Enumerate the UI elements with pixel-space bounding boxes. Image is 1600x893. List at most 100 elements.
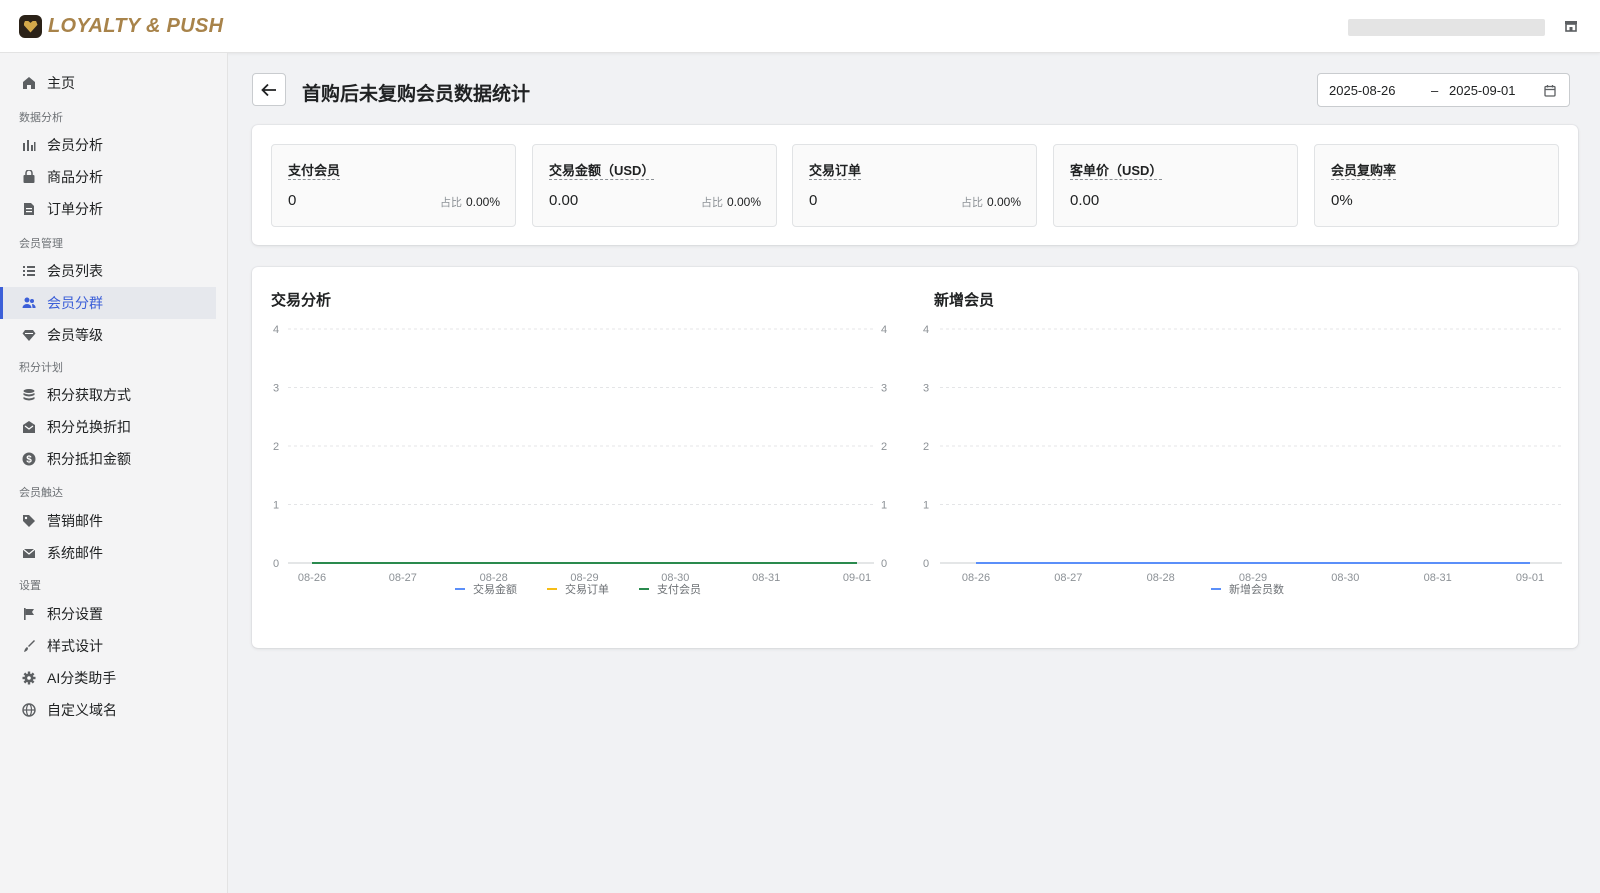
users-icon: [21, 296, 36, 311]
y2-tick-label: 1: [881, 500, 887, 512]
logo-icon: [19, 15, 42, 38]
stat-value: 0: [809, 192, 818, 209]
stat-label[interactable]: 客单价（USD）: [1070, 163, 1163, 180]
stat-label[interactable]: 交易金额（USD）: [549, 163, 655, 180]
nav-group-title: 积分计划: [19, 362, 63, 374]
sidebar-item-points-settings[interactable]: 积分设置: [0, 598, 216, 630]
sidebar-item-points-redeem[interactable]: $ 积分抵扣金额: [0, 443, 216, 475]
flag-icon: [21, 607, 36, 622]
sidebar-item-label: 积分兑换折扣: [47, 419, 131, 435]
sidebar-item-ai-assistant[interactable]: AI分类助手: [0, 662, 216, 694]
date-start[interactable]: 2025-08-26: [1329, 83, 1396, 98]
x-tick-label: 08-26: [298, 572, 326, 584]
stat-share-prefix: 占比: [960, 197, 983, 209]
stat-value: 0.00: [549, 192, 579, 209]
sidebar-item-style-design[interactable]: 样式设计: [0, 630, 216, 662]
stats-card: 支付会员 0 占比 0.00% 交易金额（USD） 0.00 占比 0.00% 交易…: [252, 125, 1578, 245]
store-icon[interactable]: [1564, 19, 1578, 33]
stat-label[interactable]: 支付会员: [288, 163, 341, 180]
sidebar-item-product-analysis[interactable]: 商品分析: [0, 161, 216, 193]
sidebar-item-custom-domain[interactable]: 自定义域名: [0, 694, 216, 726]
nav-group-title: 会员管理: [19, 238, 63, 250]
page-title: 首购后未复购会员数据统计: [302, 84, 531, 105]
stat-value: 0.00: [1070, 192, 1100, 209]
sidebar-item-member-levels[interactable]: 会员等级: [0, 319, 216, 351]
stat-share-value: 0.00%: [986, 195, 1021, 209]
x-tick-label: 08-31: [752, 572, 780, 584]
charts-canvas: 0 1 2 3 4 0 1 2 3 4 08-26 08-27 08-28 08-29 08-30 08-31…: [273, 324, 1562, 596]
sidebar-item-label: 订单分析: [47, 201, 103, 217]
x-tick-label: 08-27: [1054, 572, 1082, 584]
stat-paying-members: 支付会员 0 占比 0.00%: [271, 144, 516, 227]
stat-transaction-orders: 交易订单 0 占比 0.00%: [792, 144, 1037, 227]
home-icon: [21, 76, 36, 91]
sidebar-item-member-analysis[interactable]: 会员分析: [0, 129, 216, 161]
calendar-icon[interactable]: [1544, 84, 1556, 97]
sidebar-item-points-discount[interactable]: 积分兑换折扣: [0, 411, 216, 443]
account-info-redacted[interactable]: [1348, 19, 1545, 36]
y-tick-label: 0: [923, 558, 929, 570]
gear-icon: [21, 671, 36, 686]
sidebar-item-label: 营销邮件: [47, 513, 103, 529]
sidebar-item-label: 主页: [47, 75, 75, 91]
stat-label[interactable]: 交易订单: [809, 163, 862, 180]
date-separator: –: [1431, 83, 1439, 98]
y-tick-label: 4: [923, 324, 929, 336]
x-tick-label: 08-31: [1424, 572, 1452, 584]
y-tick-label: 2: [923, 441, 929, 453]
sidebar-item-label: 会员列表: [47, 263, 103, 279]
tag-icon: [21, 514, 36, 529]
nav-group-title: 会员触达: [19, 487, 63, 499]
sidebar-item-system-email[interactable]: 系统邮件: [0, 537, 216, 569]
sidebar-item-label: 积分设置: [47, 606, 103, 622]
stat-share: 占比 0.00%: [701, 194, 761, 210]
legend-label: 新增会员数: [1229, 582, 1284, 596]
sidebar-item-points-earning[interactable]: 积分获取方式: [0, 379, 216, 411]
x-tick-label: 08-26: [962, 572, 990, 584]
charts-card: 交易分析 新增会员 0 1 2 3 4 0 1 2 3 4 08-26 08-27 08-28 08-29…: [252, 267, 1578, 648]
y-tick-label: 1: [923, 500, 929, 512]
date-end[interactable]: 2025-09-01: [1449, 83, 1516, 98]
sidebar-item-member-segments[interactable]: 会员分群: [0, 287, 216, 319]
dollar-icon: $: [21, 452, 36, 467]
x-tick-label: 08-30: [1331, 572, 1359, 584]
stat-repurchase-rate: 会员复购率 0%: [1314, 144, 1559, 227]
stat-share-value: 0.00%: [726, 195, 761, 209]
y-tick-label: 0: [273, 558, 279, 570]
stat-value: 0%: [1331, 192, 1353, 209]
y-tick-label: 4: [273, 324, 279, 336]
back-button[interactable]: [252, 73, 286, 106]
date-range-picker[interactable]: 2025-08-26 – 2025-09-01: [1317, 73, 1570, 107]
sidebar-item-label: 积分抵扣金额: [47, 451, 131, 467]
x-tick-label: 09-01: [843, 572, 871, 584]
sidebar-item-order-analysis[interactable]: 订单分析: [0, 193, 216, 225]
list-icon: [21, 264, 36, 279]
stat-share-prefix: 占比: [700, 197, 723, 209]
stat-share-value: 0.00%: [465, 195, 500, 209]
y-tick-label: 1: [273, 500, 279, 512]
sidebar-item-home[interactable]: 主页: [0, 67, 216, 99]
legend-label: 交易订单: [565, 582, 609, 596]
sidebar-item-label: 样式设计: [47, 638, 103, 654]
sidebar-item-marketing-email[interactable]: 营销邮件: [0, 505, 216, 537]
main-content: 首购后未复购会员数据统计 2025-08-26 – 2025-09-01 支付会…: [228, 53, 1600, 893]
nav-group-title: 设置: [19, 580, 41, 592]
stat-label[interactable]: 会员复购率: [1331, 163, 1397, 180]
stat-transaction-amount: 交易金额（USD） 0.00 占比 0.00%: [532, 144, 777, 227]
svg-text:$: $: [26, 455, 32, 466]
top-bar: LOYALTY & PUSH: [0, 0, 1600, 53]
sidebar-item-member-list[interactable]: 会员列表: [0, 255, 216, 287]
x-tick-label: 08-27: [389, 572, 417, 584]
bar-chart-icon: [21, 138, 36, 153]
x-tick-label: 08-28: [480, 572, 508, 584]
mail-icon: [21, 546, 36, 561]
diamond-icon: [21, 328, 36, 343]
y2-tick-label: 2: [881, 441, 887, 453]
nav-group-title: 数据分析: [19, 112, 63, 124]
database-icon: [21, 388, 36, 403]
sidebar: 主页 数据分析 会员分析 商品分析 订单分析 会员管理 会员列表 会员分群 会员…: [0, 53, 228, 893]
y-tick-label: 3: [273, 383, 279, 395]
stat-value: 0: [288, 192, 297, 209]
stat-share: 占比 0.00%: [961, 194, 1021, 210]
x-tick-label: 08-29: [570, 572, 598, 584]
